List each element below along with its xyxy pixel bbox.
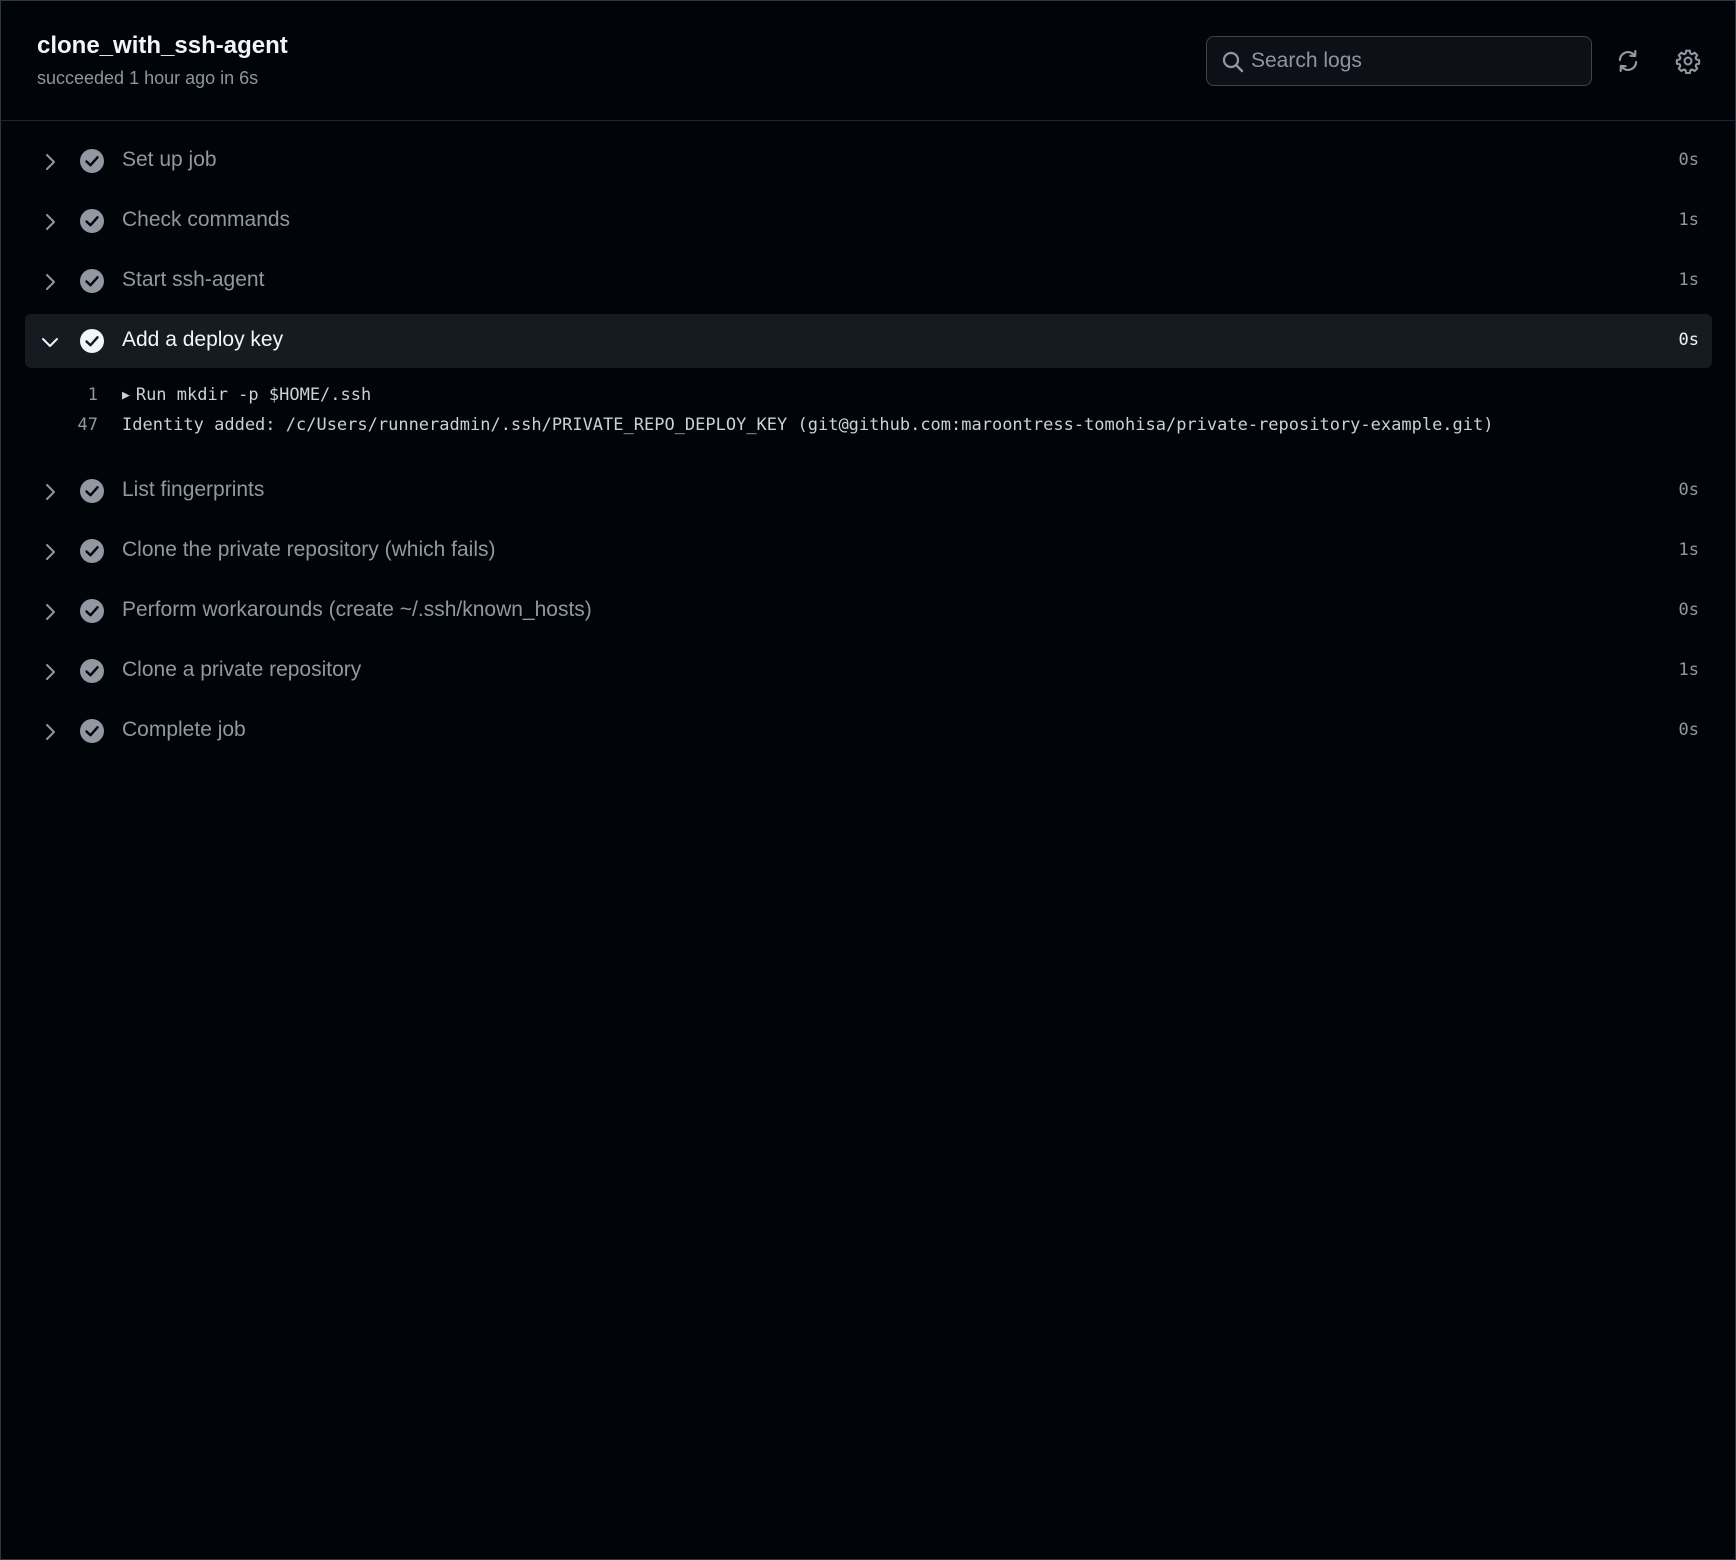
step-label: Clone a private repository (122, 658, 362, 681)
step-check-commands[interactable]: Check commands 1s (1, 191, 1735, 251)
check-circle-icon (80, 479, 104, 503)
step-set-up-job[interactable]: Set up job 0s (1, 131, 1735, 191)
step-duration: 0s (1678, 150, 1699, 170)
step-label: Check commands (122, 208, 291, 231)
chevron-right-icon (46, 214, 55, 230)
step-label: Perform workarounds (create ~/.ssh/known… (122, 598, 592, 621)
job-status-subtitle: succeeded 1 hour ago in 6s (37, 68, 259, 88)
check-circle-icon (80, 599, 104, 623)
log-line-text: Identity added: /c/Users/runneradmin/.ss… (122, 415, 1494, 435)
chevron-right-icon (46, 604, 55, 620)
step-duration: 0s (1678, 480, 1699, 500)
check-circle-icon (80, 719, 104, 743)
step-label: Complete job (122, 718, 246, 741)
step-label: Add a deploy key (122, 328, 284, 351)
chevron-down-icon (42, 338, 58, 347)
step-log-output: 1 ▶ Run mkdir -p $HOME/.ssh 47 Identity a… (1, 371, 1735, 461)
settings-button[interactable] (1672, 45, 1704, 77)
log-line-text: Run mkdir -p $HOME/.ssh (135, 385, 372, 405)
step-duration: 1s (1678, 660, 1699, 680)
step-label: Start ssh-agent (122, 268, 265, 291)
caret-right-icon[interactable]: ▶ (122, 388, 130, 403)
check-circle-icon (80, 539, 104, 563)
log-line-group[interactable]: 1 ▶ Run mkdir -p $HOME/.ssh (1, 385, 1735, 415)
step-duration: 0s (1678, 330, 1699, 350)
log-line-content: ▶ Run mkdir -p $HOME/.ssh (122, 385, 371, 405)
steps-list: Set up job 0s Check commands 1s Start ss… (1, 131, 1735, 761)
search-logs-box[interactable] (1206, 36, 1592, 86)
step-duration: 1s (1678, 540, 1699, 560)
search-icon (1222, 51, 1244, 73)
step-duration: 0s (1678, 720, 1699, 740)
check-circle-icon (80, 329, 104, 353)
log-line: 47 Identity added: /c/Users/runneradmin/… (1, 415, 1735, 445)
chevron-right-icon (46, 664, 55, 680)
step-clone-private-repo-fails[interactable]: Clone the private repository (which fail… (1, 521, 1735, 581)
job-title: clone_with_ssh-agent (37, 32, 288, 59)
refresh-button[interactable] (1612, 45, 1644, 77)
job-log-panel: clone_with_ssh-agent succeeded 1 hour ag… (0, 0, 1736, 1560)
step-start-ssh-agent[interactable]: Start ssh-agent 1s (1, 251, 1735, 311)
step-perform-workarounds[interactable]: Perform workarounds (create ~/.ssh/known… (1, 581, 1735, 641)
step-duration: 0s (1678, 600, 1699, 620)
check-circle-icon (80, 209, 104, 233)
gear-icon (1675, 49, 1701, 74)
step-label: List fingerprints (122, 478, 265, 501)
step-list-fingerprints[interactable]: List fingerprints 0s (1, 461, 1735, 521)
step-label: Clone the private repository (which fail… (122, 538, 496, 561)
chevron-right-icon (46, 544, 55, 560)
step-clone-a-private-repository[interactable]: Clone a private repository 1s (1, 641, 1735, 701)
check-circle-icon (80, 659, 104, 683)
chevron-right-icon (46, 274, 55, 290)
step-add-a-deploy-key[interactable]: Add a deploy key 0s (1, 311, 1735, 371)
chevron-right-icon (46, 724, 55, 740)
log-line-number[interactable]: 47 (78, 415, 98, 435)
log-line-number[interactable]: 1 (88, 385, 98, 405)
sync-icon (1618, 49, 1638, 73)
chevron-right-icon (46, 484, 55, 500)
step-label: Set up job (122, 148, 217, 171)
step-duration: 1s (1678, 210, 1699, 230)
job-header: clone_with_ssh-agent succeeded 1 hour ag… (1, 1, 1735, 121)
step-complete-job[interactable]: Complete job 0s (1, 701, 1735, 761)
search-logs-input[interactable] (1251, 37, 1581, 85)
step-duration: 1s (1678, 270, 1699, 290)
check-circle-icon (80, 149, 104, 173)
check-circle-icon (80, 269, 104, 293)
chevron-right-icon (46, 154, 55, 170)
